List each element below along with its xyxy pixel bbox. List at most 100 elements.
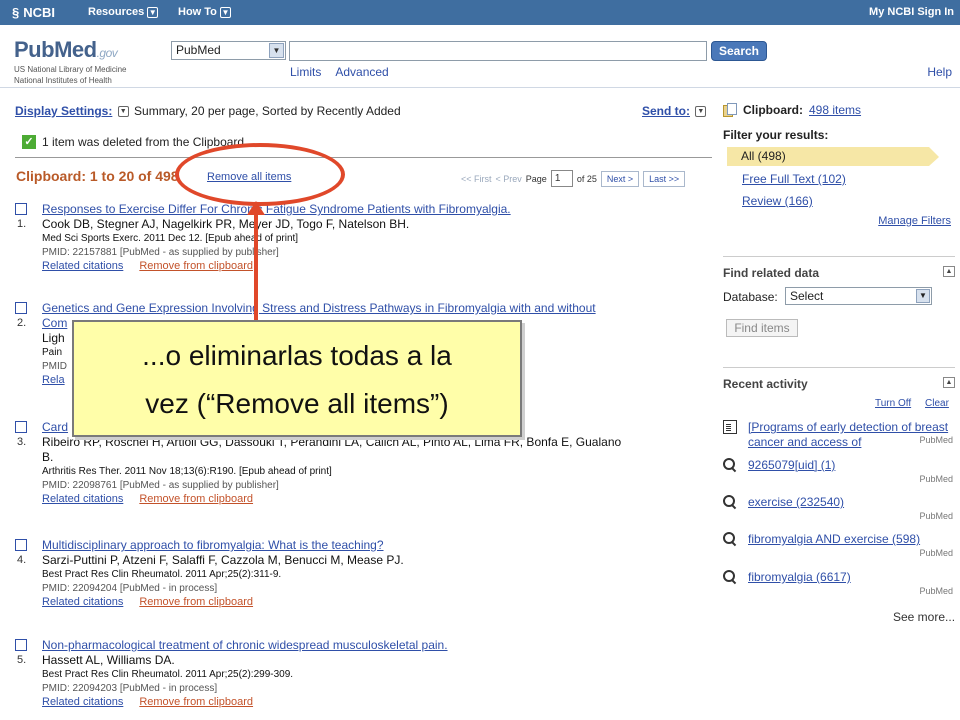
result-title[interactable]: Responses to Exercise Differ For Chronic… <box>42 202 715 217</box>
first-page-link: << First <box>461 173 492 184</box>
result-pmid: PMID: 22098761 [PubMed - as supplied by … <box>42 480 279 491</box>
activity-item[interactable]: exercise (232540) PubMed <box>723 495 955 521</box>
search-icon <box>723 495 737 509</box>
resources-menu[interactable]: Resources ▼ <box>88 6 159 18</box>
result-item: 5. Non-pharmacological treatment of chro… <box>15 638 715 709</box>
result-authors: Sarzi-Puttini P, Atzeni F, Salaffi F, Ca… <box>42 553 404 567</box>
pubmed-logo[interactable]: PubMed.gov US National Library of Medici… <box>14 37 127 85</box>
find-items-button[interactable]: Find items <box>726 319 798 337</box>
filter-all[interactable]: All (498) <box>727 147 939 166</box>
callout-box: ...o eliminarlas todas a la vez (“Remove… <box>72 320 522 437</box>
activity-item[interactable]: fibromyalgia (6617) PubMed <box>723 570 955 596</box>
chevron-down-icon[interactable]: ▼ <box>117 106 129 118</box>
clear-link[interactable]: Clear <box>925 398 949 409</box>
related-database-select[interactable]: Select ▼ <box>785 287 932 305</box>
next-page-button[interactable]: Next > <box>600 170 640 187</box>
result-title[interactable]: Non-pharmacological treatment of chronic… <box>42 638 715 653</box>
help-link[interactable]: Help <box>927 65 952 79</box>
collapse-icon[interactable]: ▲ <box>943 377 955 388</box>
recent-activity-header: Recent activity ▲ <box>723 367 955 391</box>
manage-filters-link[interactable]: Manage Filters <box>878 215 951 227</box>
search-input[interactable] <box>289 41 707 61</box>
database-select[interactable]: PubMed ▼ <box>171 41 286 60</box>
result-item: 4. Multidisciplinary approach to fibromy… <box>15 538 715 609</box>
search-icon <box>723 458 737 472</box>
separator <box>15 157 712 158</box>
result-authors: Cook DB, Stegner AJ, Nagelkirk PR, Meyer… <box>42 217 410 231</box>
search-button[interactable]: Search <box>711 41 767 61</box>
remove-from-clipboard-link[interactable]: Remove from clipboard <box>139 696 253 708</box>
result-pmid: PMID: 22094203 [PubMed - in process] <box>42 683 218 694</box>
turn-off-link[interactable]: Turn Off <box>875 398 911 409</box>
prev-page-link: < Prev <box>495 173 522 184</box>
collapse-icon[interactable]: ▲ <box>943 266 955 277</box>
related-citations-link[interactable]: Rela <box>42 374 65 386</box>
last-page-button[interactable]: Last >> <box>643 170 686 187</box>
result-journal: Arthritis Res Ther. 2011 Nov 18;13(6):R1… <box>42 466 332 477</box>
result-checkbox[interactable] <box>15 302 27 314</box>
pager: << First < Prev Page 1 of 25 Next > Last… <box>461 170 686 187</box>
result-pmid: PMID: 22094204 [PubMed - in process] <box>42 583 218 594</box>
dna-icon: § <box>12 5 20 20</box>
document-icon <box>723 420 737 434</box>
clipboard-title: Clipboard: 1 to 20 of 498 <box>16 168 179 184</box>
database-label: Database: <box>723 290 778 304</box>
clipboard-icon <box>723 103 737 117</box>
result-checkbox[interactable] <box>15 639 27 651</box>
chevron-down-icon: ▼ <box>916 289 930 303</box>
result-checkbox[interactable] <box>15 421 27 433</box>
remove-from-clipboard-link[interactable]: Remove from clipboard <box>139 493 253 505</box>
callout-line-2: vez (“Remove all items”) <box>145 388 449 419</box>
result-pmid: PMID: 22157881 [PubMed - as supplied by … <box>42 247 279 258</box>
filter-free-full-text[interactable]: Free Full Text (102) <box>742 172 846 186</box>
limits-link[interactable]: Limits <box>290 65 321 79</box>
pubmed-header: PubMed.gov US National Library of Medici… <box>0 25 960 87</box>
filter-review[interactable]: Review (166) <box>742 194 813 208</box>
result-checkbox[interactable] <box>15 539 27 551</box>
sidebar-clipboard: Clipboard: 498 items <box>723 103 861 117</box>
remove-from-clipboard-link[interactable]: Remove from clipboard <box>139 596 253 608</box>
activity-item[interactable]: 9265079[uid] (1) PubMed <box>723 458 955 484</box>
highlight-ellipse <box>175 143 345 206</box>
related-citations-link[interactable]: Related citations <box>42 696 123 708</box>
deleted-notice: ✓ 1 item was deleted from the Clipboard <box>22 135 244 149</box>
send-to[interactable]: Send to: ▼ <box>642 104 708 118</box>
ncbi-topbar: § NCBI Resources ▼ How To ▼ My NCBI Sign… <box>0 0 960 25</box>
search-icon <box>723 570 737 584</box>
see-more-link[interactable]: See more... <box>893 610 955 624</box>
result-authors: Ribeiro RP, Roschel H, Artioli GG, Dasso… <box>42 435 622 449</box>
result-journal: Best Pract Res Clin Rheumatol. 2011 Apr;… <box>42 569 282 580</box>
chevron-down-icon[interactable]: ▼ <box>695 106 707 118</box>
ncbi-logo[interactable]: § NCBI <box>12 5 55 20</box>
my-ncbi-signin[interactable]: My NCBI Sign In <box>869 6 954 18</box>
find-related-header: Find related data ▲ <box>723 256 955 280</box>
chevron-down-icon: ▼ <box>219 6 231 18</box>
advanced-link[interactable]: Advanced <box>335 65 388 79</box>
howto-menu[interactable]: How To ▼ <box>178 6 231 18</box>
result-journal: Med Sci Sports Exerc. 2011 Dec 12. [Epub… <box>42 233 299 244</box>
result-authors: Hassett AL, Williams DA. <box>42 653 175 667</box>
callout-line-1: ...o eliminarlas todas a la <box>142 340 452 371</box>
related-citations-link[interactable]: Related citations <box>42 493 123 505</box>
chevron-down-icon: ▼ <box>269 43 284 58</box>
result-journal: Best Pract Res Clin Rheumatol. 2011 Apr;… <box>42 669 294 680</box>
result-authors-cont: B. <box>42 450 54 464</box>
result-title[interactable]: Multidisciplinary approach to fibromyalg… <box>42 538 715 553</box>
related-citations-link[interactable]: Related citations <box>42 260 123 272</box>
filter-header: Filter your results: <box>723 128 829 142</box>
chevron-down-icon: ▼ <box>147 6 159 18</box>
display-settings-link[interactable]: Display Settings: <box>15 104 112 118</box>
result-title[interactable]: Genetics and Gene Expression Involving S… <box>42 301 715 316</box>
header-divider <box>0 87 960 88</box>
result-checkbox[interactable] <box>15 203 27 215</box>
related-citations-link[interactable]: Related citations <box>42 596 123 608</box>
remove-from-clipboard-link[interactable]: Remove from clipboard <box>139 260 253 272</box>
clipboard-count-link[interactable]: 498 items <box>809 103 861 117</box>
arrow-line <box>254 210 258 320</box>
display-settings-value: Summary, 20 per page, Sorted by Recently… <box>134 104 401 118</box>
activity-item[interactable]: [Programs of early detection of breast c… <box>723 420 955 450</box>
display-settings: Display Settings: ▼ Summary, 20 per page… <box>15 104 401 118</box>
search-icon <box>723 532 737 546</box>
page-number-input[interactable]: 1 <box>550 170 573 187</box>
activity-item[interactable]: fibromyalgia AND exercise (598) PubMed <box>723 532 955 558</box>
